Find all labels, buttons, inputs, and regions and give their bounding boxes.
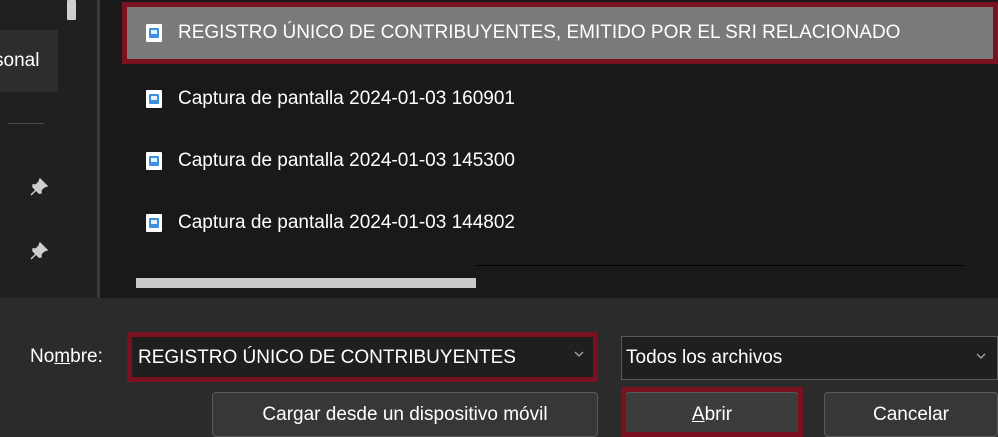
- label-accesskey: m: [54, 346, 71, 367]
- list-divider: [476, 265, 964, 266]
- image-file-icon: [146, 214, 162, 232]
- pin-icon[interactable]: [28, 241, 50, 264]
- sidebar-divider: [8, 123, 44, 124]
- file-type-value: Todos los archivos: [626, 347, 783, 368]
- cancel-button[interactable]: Cancelar: [824, 392, 998, 437]
- file-name-label: Nombre:: [30, 346, 103, 368]
- file-name-input[interactable]: REGISTRO ÚNICO DE CONTRIBUYENTES: [131, 336, 596, 380]
- label-part: No: [30, 346, 55, 367]
- image-file-icon: [146, 90, 162, 108]
- file-row[interactable]: Captura de pantalla 2024-01-03 145300: [124, 135, 998, 187]
- sidebar-item-personal[interactable]: sonal: [0, 30, 58, 92]
- upload-from-mobile-button[interactable]: Cargar desde un dispositivo móvil: [212, 392, 598, 437]
- file-type-select[interactable]: Todos los archivos: [621, 336, 998, 380]
- chevron-down-icon[interactable]: [975, 349, 987, 367]
- file-row[interactable]: Captura de pantalla 2024-01-03 160901: [124, 73, 998, 125]
- file-row-selected[interactable]: REGISTRO ÚNICO DE CONTRIBUYENTES, EMITID…: [124, 7, 998, 59]
- label-part: bre:: [70, 346, 103, 367]
- file-row[interactable]: Captura de pantalla 2024-01-03 144802: [124, 197, 998, 249]
- sidebar-item-label: sonal: [0, 50, 40, 71]
- file-name: Captura de pantalla 2024-01-03 144802: [178, 212, 515, 233]
- navigation-scrollbar-thumb[interactable]: [67, 0, 76, 20]
- button-label: Cancelar: [872, 403, 950, 425]
- file-name: REGISTRO ÚNICO DE CONTRIBUYENTES, EMITID…: [178, 22, 901, 43]
- file-name: Captura de pantalla 2024-01-03 145300: [178, 150, 515, 171]
- image-file-icon: [146, 24, 162, 42]
- horizontal-scrollbar-thumb[interactable]: [136, 278, 476, 288]
- pin-icon[interactable]: [28, 177, 50, 200]
- button-accesskey: A: [691, 403, 705, 425]
- image-file-icon: [146, 152, 162, 170]
- button-label: Cargar desde un dispositivo móvil: [262, 403, 548, 425]
- button-label: brir: [704, 403, 733, 425]
- file-name-value: REGISTRO ÚNICO DE CONTRIBUYENTES: [138, 347, 516, 368]
- file-name: Captura de pantalla 2024-01-03 160901: [178, 88, 515, 109]
- open-button[interactable]: Abrir: [625, 392, 799, 437]
- chevron-down-icon[interactable]: [573, 347, 585, 365]
